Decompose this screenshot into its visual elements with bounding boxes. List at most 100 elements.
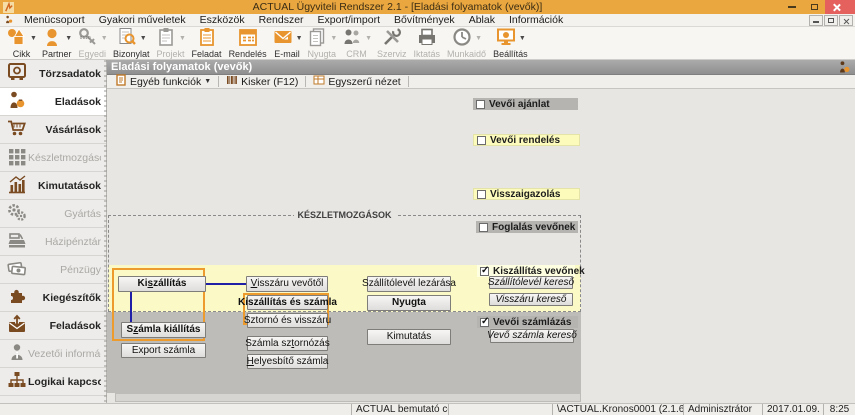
minimize-button[interactable] <box>781 0 803 14</box>
kimutatas-button[interactable]: Kimutatás <box>367 329 451 345</box>
dropdown-arrow-icon[interactable]: ▼ <box>179 35 186 42</box>
toolbar-button-iktatas[interactable]: Iktatás <box>412 28 443 59</box>
checkbox-icon[interactable] <box>479 223 488 232</box>
sidebar: Törzsadatok Eladások Vásárlások Készletmozg… <box>0 60 107 403</box>
sidebar-item-torzsadatok[interactable]: Törzsadatok <box>0 60 106 88</box>
menu-item-6[interactable]: Ablak <box>462 14 502 26</box>
mdi-close-button[interactable] <box>839 15 853 26</box>
toolbar-label: Bizonylat <box>111 49 152 59</box>
toolbar-button-crm[interactable]: ▼CRM <box>341 28 372 59</box>
menu-items: MenücsoportGyakori műveletekEszközökRend… <box>17 14 570 26</box>
vevo-szamla-kereso-button[interactable]: Vevő számla kereső <box>490 329 574 343</box>
visszaru-vevotol-button[interactable]: Visszáru vevőtől <box>246 276 328 292</box>
checkbox-icon[interactable] <box>480 318 489 327</box>
dropdown-arrow-icon[interactable]: ▼ <box>519 35 526 42</box>
sidebar-item-hazipenztar[interactable]: Házipénztár <box>0 228 106 256</box>
toolbar-button-nyugta[interactable]: ▼Nyugta <box>306 28 339 59</box>
helyesbito-szamla-button[interactable]: Helyesbítő számla <box>247 354 328 369</box>
sidebar-item-penzugy[interactable]: Pénzügy <box>0 256 106 284</box>
kiszallitas-es-szamla-button[interactable]: Kiszállítás és számla <box>247 295 328 310</box>
crm-icon <box>341 27 363 50</box>
szamla-sztornozas-button[interactable]: Számla sztornózás <box>247 336 328 351</box>
menu-item-5[interactable]: Bővítmények <box>387 14 462 26</box>
toolbar-button-feladat[interactable]: Feladat <box>190 28 224 59</box>
tab-separator <box>305 76 306 87</box>
checkbox-row-vevoi-szamlazas[interactable]: Vevői számlázás <box>477 316 578 328</box>
checkbox-row-foglalas-vevonek[interactable]: Foglalás vevőnek <box>476 221 578 233</box>
dropdown-arrow-icon[interactable]: ▼ <box>65 35 72 42</box>
kiszallitas-button[interactable]: Kiszállítás <box>118 276 206 292</box>
toolbar-button-szerviz[interactable]: Szerviz <box>375 28 409 59</box>
tab-barcode[interactable]: Kisker (F12) <box>221 74 303 89</box>
menu-item-3[interactable]: Rendszer <box>252 14 311 26</box>
salesperson-icon <box>837 60 852 74</box>
toolbar-button-bizonylat[interactable]: ▼ Bizonylat <box>111 28 152 59</box>
toolbar-button-cikk[interactable]: ▼Cikk <box>6 28 37 59</box>
nyugta-button[interactable]: Nyugta <box>367 295 451 311</box>
tab-strip: Egyéb funkciók▼ Kisker (F12) Egyszerű néze… <box>107 75 855 89</box>
checkbox-row-vevoi-ajanlat[interactable]: Vevői ajánlat <box>473 98 578 110</box>
sidebar-item-label: Logikai kapcsolat <box>28 376 101 388</box>
sidebar-item-gyartas[interactable]: Gyártás <box>0 200 106 228</box>
toolbar-button-munkaido[interactable]: ▼ Munkaidő <box>445 28 488 59</box>
mdi-minimize-button[interactable] <box>809 15 823 26</box>
close-button[interactable] <box>825 0 855 14</box>
dropdown-arrow-icon[interactable]: ▼ <box>330 35 337 42</box>
checkbox-icon[interactable] <box>477 190 486 199</box>
mdi-window-buttons <box>809 15 855 26</box>
szallitolevel-lezarasa-button[interactable]: Szállítólevél lezárása <box>367 276 451 292</box>
status-segment-2 <box>449 404 553 415</box>
sidebar-item-label: Vásárlások <box>28 124 101 136</box>
checkbox-icon[interactable] <box>480 267 489 276</box>
kiegeszitok-icon <box>6 286 28 309</box>
tab-doc-small[interactable]: Egyéb funkciók▼ <box>110 74 216 89</box>
szallitolevel-kereso-button[interactable]: Szállítólevél kereső <box>489 276 573 289</box>
sidebar-item-logikai[interactable]: Logikai kapcsolat <box>0 368 106 396</box>
rendeles-icon <box>237 27 259 50</box>
sidebar-item-kimutatasok[interactable]: Kimutatások <box>0 172 106 200</box>
dropdown-arrow-icon[interactable]: ▼ <box>101 35 108 42</box>
sidebar-item-eladasok[interactable]: Eladások <box>0 88 106 116</box>
checkbox-label: Vevői számlázás <box>493 317 571 328</box>
dropdown-arrow-icon[interactable]: ▼ <box>140 35 147 42</box>
sidebar-item-feladasok[interactable]: Feladások <box>0 312 106 340</box>
work-area: KÉSZLETMOZGÁSOK Vevői ajánlatVevői rende… <box>107 89 855 403</box>
toolbar-label: Munkaidő <box>445 49 488 59</box>
panel-header: Eladási folyamatok (vevők) <box>107 60 855 75</box>
restore-button[interactable] <box>803 0 825 14</box>
menu-item-0[interactable]: Menücsoport <box>17 14 92 26</box>
checkbox-icon[interactable] <box>477 136 486 145</box>
dropdown-arrow-icon[interactable]: ▼ <box>30 35 37 42</box>
torzsadatok-icon <box>6 62 28 85</box>
toolbar-button-email[interactable]: ▼E-mail <box>272 28 303 59</box>
tab-grid-small[interactable]: Egyszerű nézet <box>308 74 405 89</box>
menu-item-7[interactable]: Információk <box>502 14 570 26</box>
egyedi-icon: 0110 <box>77 27 99 50</box>
dropdown-arrow-icon[interactable]: ▼ <box>365 35 372 42</box>
dropdown-arrow-icon[interactable]: ▼ <box>296 35 303 42</box>
mdi-restore-button[interactable] <box>824 15 838 26</box>
toolbar-button-egyedi[interactable]: 0110▼Egyedi <box>76 28 108 59</box>
menu-item-1[interactable]: Gyakori műveletek <box>92 14 193 26</box>
toolbar-button-beallitas[interactable]: ▼Beállítás <box>491 28 530 59</box>
checkbox-icon[interactable] <box>476 100 485 109</box>
status-segment-5: 2017.01.09. <box>763 404 824 415</box>
checkbox-row-visszaigazolas[interactable]: Visszaigazolás <box>473 188 580 200</box>
menu-item-2[interactable]: Eszközök <box>193 14 252 26</box>
toolbar-button-partner[interactable]: ▼Partner <box>40 28 74 59</box>
szamla-kiallitas-button[interactable]: Számla kiállítás <box>121 322 206 338</box>
sztorno-es-visszaru-button[interactable]: Sztornó és visszáru <box>247 313 328 328</box>
toolbar-button-projekt[interactable]: ▼Projekt <box>155 28 187 59</box>
szerviz-icon <box>381 27 403 50</box>
sidebar-item-keszletmozgasok[interactable]: Készletmozgások <box>0 144 106 172</box>
export-szamla-button[interactable]: Export számla <box>121 343 206 358</box>
sidebar-item-vasarlasok[interactable]: Vásárlások <box>0 116 106 144</box>
sidebar-item-vezetoi[interactable]: Vezetői információ <box>0 340 106 368</box>
checkbox-row-vevoi-rendeles[interactable]: Vevői rendelés <box>473 134 580 146</box>
sidebar-item-label: Törzsadatok <box>28 68 101 80</box>
menu-item-4[interactable]: Export/import <box>311 14 387 26</box>
visszaru-kereso-button[interactable]: Visszáru kereső <box>489 293 573 306</box>
dropdown-arrow-icon[interactable]: ▼ <box>475 35 482 42</box>
sidebar-item-kiegeszitok[interactable]: Kiegészítők <box>0 284 106 312</box>
toolbar-button-rendeles[interactable]: Rendelés <box>227 28 269 59</box>
